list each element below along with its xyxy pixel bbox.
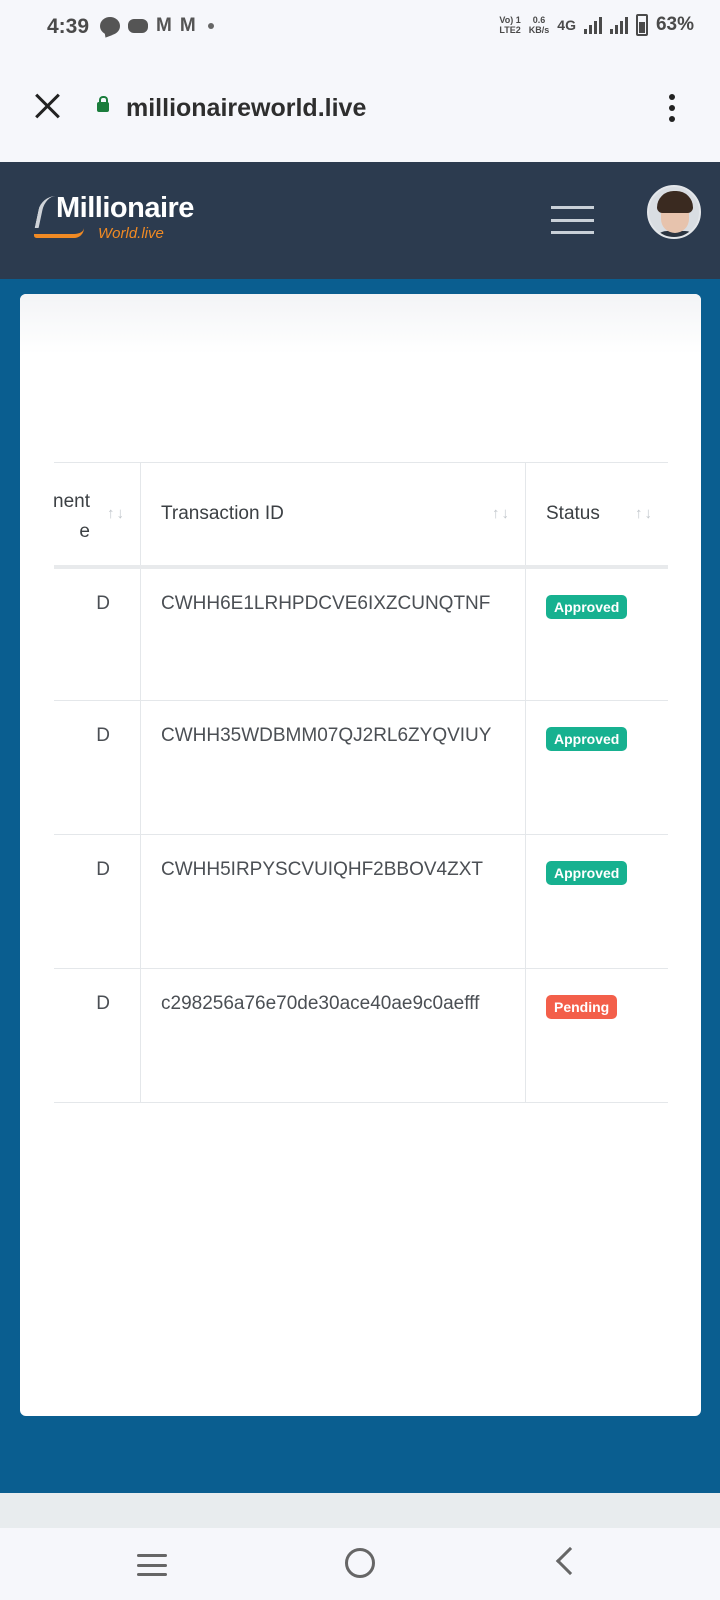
column-header-label: Transaction ID	[161, 502, 284, 524]
table-cell: CWHH35WDBMM07QJ2RL6ZYQVIUY	[140, 700, 526, 835]
cell-clipped-text: D	[96, 859, 110, 880]
status-badge: Pending	[546, 995, 618, 1019]
gmail-icon: M	[156, 15, 172, 36]
column-header-label-line1: nent	[54, 491, 90, 512]
signal-icon	[609, 16, 628, 34]
system-nav-bar	[0, 1528, 720, 1600]
more-notifications-icon	[207, 23, 214, 29]
site-header: Millionaire World.live	[0, 162, 720, 279]
logo-wave-icon	[34, 228, 84, 238]
column-header-label-line2: e	[79, 521, 90, 542]
chat-notification-icon	[100, 17, 120, 35]
cell-clipped-text: D	[96, 725, 110, 746]
status-time: 4:39	[47, 15, 90, 38]
table-row: D CWHH6E1LRHPDCVE6IXZCUNQTNF Approved	[54, 566, 668, 701]
table-cell: CWHH6E1LRHPDCVE6IXZCUNQTNF	[140, 566, 526, 701]
transactions-card: nent e ↑↓ Transaction ID ↑↓ Status ↑↓ D …	[20, 294, 701, 1416]
table-cell: Approved	[525, 700, 668, 835]
battery-icon	[635, 14, 648, 36]
logo-subtext: World.live	[98, 225, 164, 242]
table-row: D CWHH5IRPYSCVUIQHF2BBOV4ZXT Approved	[54, 834, 668, 969]
column-header-label: Status	[546, 502, 600, 524]
logo-sail-icon	[34, 196, 58, 228]
transactions-table: nent e ↑↓ Transaction ID ↑↓ Status ↑↓ D …	[54, 462, 668, 1103]
home-icon[interactable]	[345, 1548, 375, 1578]
status-badge: Approved	[546, 861, 628, 885]
sort-icon[interactable]: ↑↓	[635, 463, 654, 565]
notification-icons: M M	[100, 16, 214, 36]
signal-icon	[583, 16, 602, 34]
recent-apps-icon[interactable]	[137, 1554, 167, 1576]
lock-icon[interactable]	[97, 96, 109, 112]
net-speed: 0.6 KB/s	[529, 15, 550, 35]
logo-text: Millionaire	[56, 192, 194, 224]
column-header-transaction-id[interactable]: Transaction ID ↑↓	[140, 462, 526, 569]
site-logo[interactable]: Millionaire World.live	[34, 192, 204, 248]
table-cell: D	[54, 834, 141, 969]
volte-indicator: Vo) 1 LTE2	[499, 15, 521, 35]
status-badge: Approved	[546, 594, 628, 619]
table-header-row: nent e ↑↓ Transaction ID ↑↓ Status ↑↓	[54, 462, 668, 569]
table-cell: D	[54, 566, 141, 701]
table-cell: Approved	[525, 834, 668, 969]
net-speed-value: 0.6	[532, 15, 546, 25]
transaction-id: CWHH35WDBMM07QJ2RL6ZYQVIUY	[161, 725, 492, 746]
more-options-icon[interactable]	[668, 94, 676, 122]
transaction-id: CWHH6E1LRHPDCVE6IXZCUNQTNF	[161, 592, 491, 614]
page-footer-strip	[0, 1493, 720, 1528]
cell-clipped-text: D	[96, 993, 110, 1014]
table-cell: Pending	[525, 968, 668, 1103]
table-cell: Approved	[525, 566, 668, 701]
browser-toolbar: millionaireworld.live	[0, 56, 720, 162]
status-bar: 4:39 M M Vo) 1 LTE2 0.6 KB/s 4G 63%	[0, 0, 720, 56]
back-icon[interactable]	[555, 1546, 585, 1576]
game-notification-icon	[128, 19, 148, 33]
close-icon[interactable]	[34, 93, 60, 119]
table-cell: c298256a76e70de30ace40ae9c0aefff	[140, 968, 526, 1103]
table-cell: CWHH5IRPYSCVUIQHF2BBOV4ZXT	[140, 834, 526, 969]
table-cell: D	[54, 968, 141, 1103]
table-row: D c298256a76e70de30ace40ae9c0aefff Pendi…	[54, 968, 668, 1103]
network-type: 4G	[557, 17, 576, 33]
table-scroll-container[interactable]: nent e ↑↓ Transaction ID ↑↓ Status ↑↓ D …	[54, 462, 668, 1108]
net-speed-unit: KB/s	[528, 25, 550, 35]
cell-clipped-text: D	[96, 592, 110, 614]
avatar[interactable]	[647, 185, 701, 239]
table-row: D CWHH35WDBMM07QJ2RL6ZYQVIUY Approved	[54, 700, 668, 835]
menu-icon[interactable]	[551, 206, 594, 234]
sort-icon[interactable]: ↑↓	[492, 463, 511, 565]
status-badge: Approved	[546, 727, 628, 751]
battery-percent: 63%	[655, 14, 694, 35]
sort-icon[interactable]: ↑↓	[107, 463, 126, 565]
column-header-payment-type[interactable]: nent e ↑↓	[54, 462, 141, 569]
system-icons: Vo) 1 LTE2 0.6 KB/s 4G 63%	[499, 14, 694, 36]
table-cell: D	[54, 700, 141, 835]
url-bar[interactable]: millionaireworld.live	[126, 94, 366, 123]
transaction-id: c298256a76e70de30ace40ae9c0aefff	[161, 993, 480, 1014]
transaction-id: CWHH5IRPYSCVUIQHF2BBOV4ZXT	[161, 859, 483, 880]
column-header-status[interactable]: Status ↑↓	[525, 462, 668, 569]
gmail-icon: M	[179, 15, 196, 36]
